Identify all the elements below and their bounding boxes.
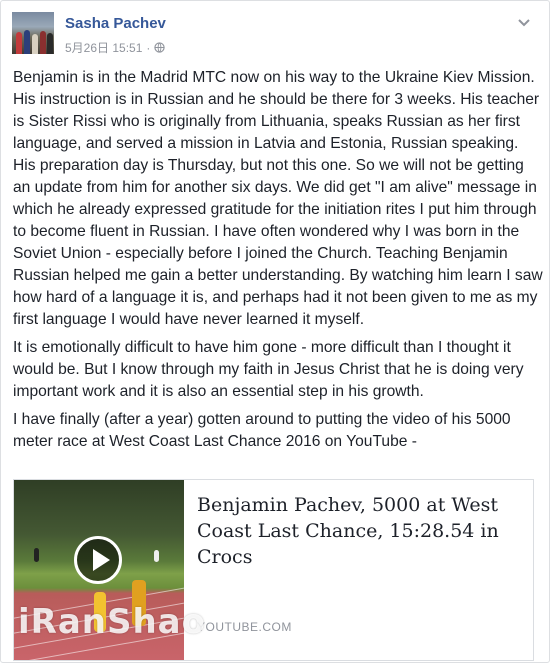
author-name[interactable]: Sasha Pachev: [65, 15, 166, 32]
post-header: Sasha Pachev 5月26日 15:51 ·: [12, 12, 539, 58]
link-card-title[interactable]: Benjamin Pachev, 5000 at West Coast Last…: [197, 492, 517, 570]
post-timestamp[interactable]: 5月26日 15:51: [65, 39, 142, 56]
avatar[interactable]: [12, 12, 54, 54]
chevron-down-icon[interactable]: [515, 16, 533, 30]
post-meta: 5月26日 15:51 ·: [65, 39, 166, 56]
post-paragraph-1: Benjamin is in the Madrid MTC now on his…: [13, 69, 543, 328]
link-card-source: YOUTUBE.COM: [197, 620, 292, 634]
watermark-logo: iRanShao: [18, 602, 206, 642]
post-paragraph-3: I have finally (after a year) gotten aro…: [13, 411, 511, 450]
globe-icon: [154, 42, 166, 53]
meta-separator: ·: [146, 40, 151, 55]
play-icon[interactable]: [74, 536, 122, 584]
post-body: Benjamin is in the Madrid MTC now on his…: [13, 67, 543, 459]
post-paragraph-2: It is emotionally difficult to have him …: [13, 339, 524, 400]
post-card: Sasha Pachev 5月26日 15:51 · Benjamin is i…: [0, 0, 550, 663]
